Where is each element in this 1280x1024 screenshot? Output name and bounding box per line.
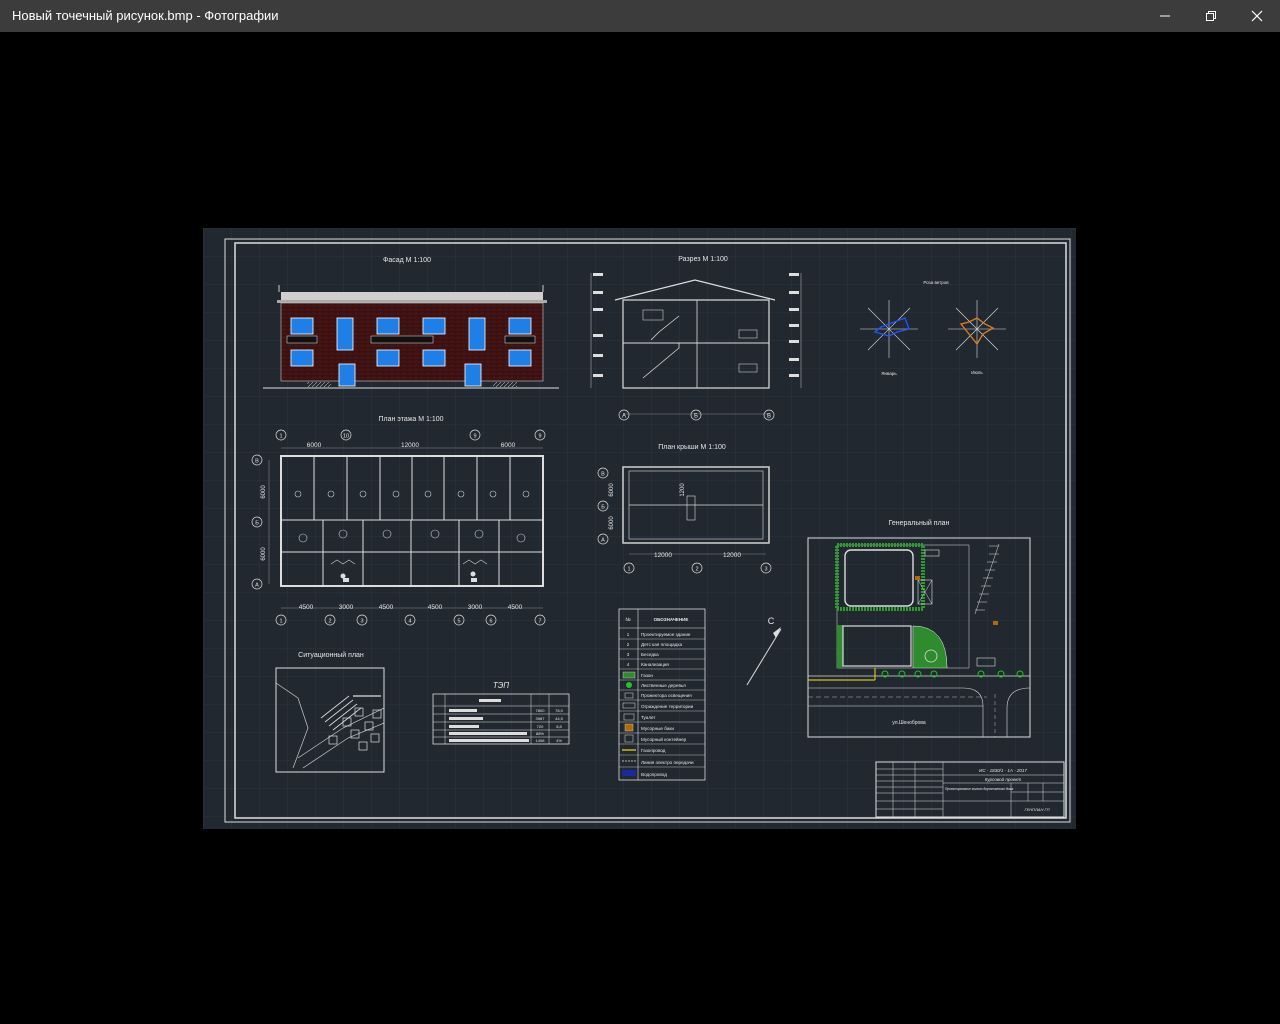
roof-axis-side-2: Б [601,505,605,511]
floor-axis-side-1: В [255,459,259,465]
floor-axis-bottom-1: 1 [279,619,282,625]
floor-axis-side-3: А [255,583,259,589]
tep-value-3: 720 [537,724,544,729]
situation-plan-title: Ситуационный план [298,651,364,659]
window-title: Новый точечный рисунок.bmp - Фотографии [12,8,279,23]
floor-dim-bottom-2: 3000 [339,604,354,611]
legend-item-12: Газопровод [641,748,666,753]
roof-dim-bottom-2: 12000 [723,552,741,559]
roof-dim-side-1: 6000 [609,483,615,497]
floor-axis-top-4: 9 [538,434,541,440]
section-axis-b: Б [694,414,698,420]
legend-header-name: ОБОЗНАЧЕНИЕ [654,617,689,622]
site-plan-title: Генеральный план [889,519,950,527]
tep-value-2-2: 44,5 [555,716,564,721]
floor-axis-bottom-4: 4 [408,619,411,625]
roof-axis-side-1: В [601,472,605,478]
section-axis-a: А [622,414,626,420]
legend-item-2: Детс кая площадка [641,642,682,647]
roof-dim-side-2: 6000 [609,516,615,530]
legend-item-6: Лиственные деревья [641,683,686,688]
floor-dim-bottom-4: 4500 [428,604,443,611]
floor-axis-side-2: Б [255,521,259,527]
restore-icon [1206,11,1216,21]
legend-item-14: Водопровод [641,772,667,777]
tep-value-2-5: 4% [556,738,562,743]
roof-axis-bottom-1: 1 [627,567,630,573]
tep-value-1: 7800 [536,708,546,713]
roof-axis-bottom-3: 3 [764,567,767,573]
tep-title: ТЭП [493,681,509,690]
roof-axis-bottom-2: 2 [695,567,698,573]
legend-item-3: Беседка [641,652,659,657]
floor-dim-top-2: 12000 [401,442,419,449]
floor-axis-bottom-7: 7 [538,619,541,625]
legend-item-9: Туалет [641,715,656,720]
floor-dim-bottom-5: 3000 [468,604,483,611]
floor-dim-side-2: 6000 [261,547,267,561]
tep-value-2: 3987 [536,716,546,721]
title-block-code: ИС - 1830/1 - 1А - 2017 [979,768,1027,773]
legend-item-5: Газон [641,673,653,678]
roof-dim-bottom-1: 12000 [654,552,672,559]
floor-dim-top-1: 6000 [307,442,322,449]
floor-axis-bottom-6: 6 [489,619,492,625]
street-label: ул.Шеноброва [892,720,926,726]
floor-dim-bottom-1: 4500 [299,604,314,611]
legend-item-7: Прожектора освещения [641,693,692,698]
cad-drawing-svg: Фасад М 1:100 Разрез М 1:100 А Б В Роза … [203,228,1076,829]
floor-axis-bottom-5: 5 [457,619,460,625]
floor-axis-top-1: 1 [279,434,282,440]
cad-drawing-image: Фасад М 1:100 Разрез М 1:100 А Б В Роза … [203,228,1076,829]
floor-plan-title: План этажа М 1:100 [378,416,443,423]
tep-value-4: 88% [536,731,544,736]
floor-dim-bottom-6: 4500 [508,604,523,611]
title-block-line1: Проектирование жилого двухэтажного дома [945,787,1013,791]
legend-item-8: Ограждение территории [641,704,694,709]
minimize-button[interactable] [1142,0,1188,32]
legend-item-1: Проектируемое здание [641,632,691,637]
title-bar: Новый точечный рисунок.bmp - Фотографии [0,0,1280,32]
floor-dim-top-3: 6000 [501,442,516,449]
minimize-icon [1160,15,1170,17]
restore-button[interactable] [1188,0,1234,32]
floor-axis-bottom-3: 3 [360,619,363,625]
floor-axis-bottom-2: 2 [328,619,331,625]
wind-label-july: Июль [971,370,983,375]
tep-value-2-1: 78,0 [555,708,564,713]
section-axis-c: В [767,414,771,420]
floor-dim-bottom-3: 4500 [379,604,394,611]
tep-value-2-3: 8,8 [556,724,562,729]
north-label: С [768,616,775,626]
floor-axis-top-2: 10 [343,434,349,440]
facade-title: Фасад М 1:100 [383,257,431,264]
legend-item-4: Канализация [641,662,669,667]
legend-item-10: Мусорные баки [641,726,674,731]
roof-inner-dim: 1200 [680,483,686,497]
tep-value-5: 1498 [536,738,546,743]
wind-label-january: Январь [881,371,897,376]
roof-axis-side-3: А [601,538,605,544]
wind-title: Роза ветров [923,280,949,285]
legend-item-13: Линия электро передачи [641,760,694,765]
close-button[interactable] [1234,0,1280,32]
legend-item-11: Мусорный контейнер [641,736,687,742]
title-block-name: Курсовой проект [985,776,1022,782]
floor-axis-top-3: 9 [473,434,476,440]
title-block-sheet: ГЕНПЛАН ГП [1024,807,1049,812]
close-icon [1251,10,1263,22]
roof-plan-title: План крыши М 1:100 [658,444,726,451]
floor-dim-side-1: 6000 [261,485,267,499]
legend-header-no: № [625,617,630,623]
section-title: Разрез М 1:100 [678,256,728,263]
